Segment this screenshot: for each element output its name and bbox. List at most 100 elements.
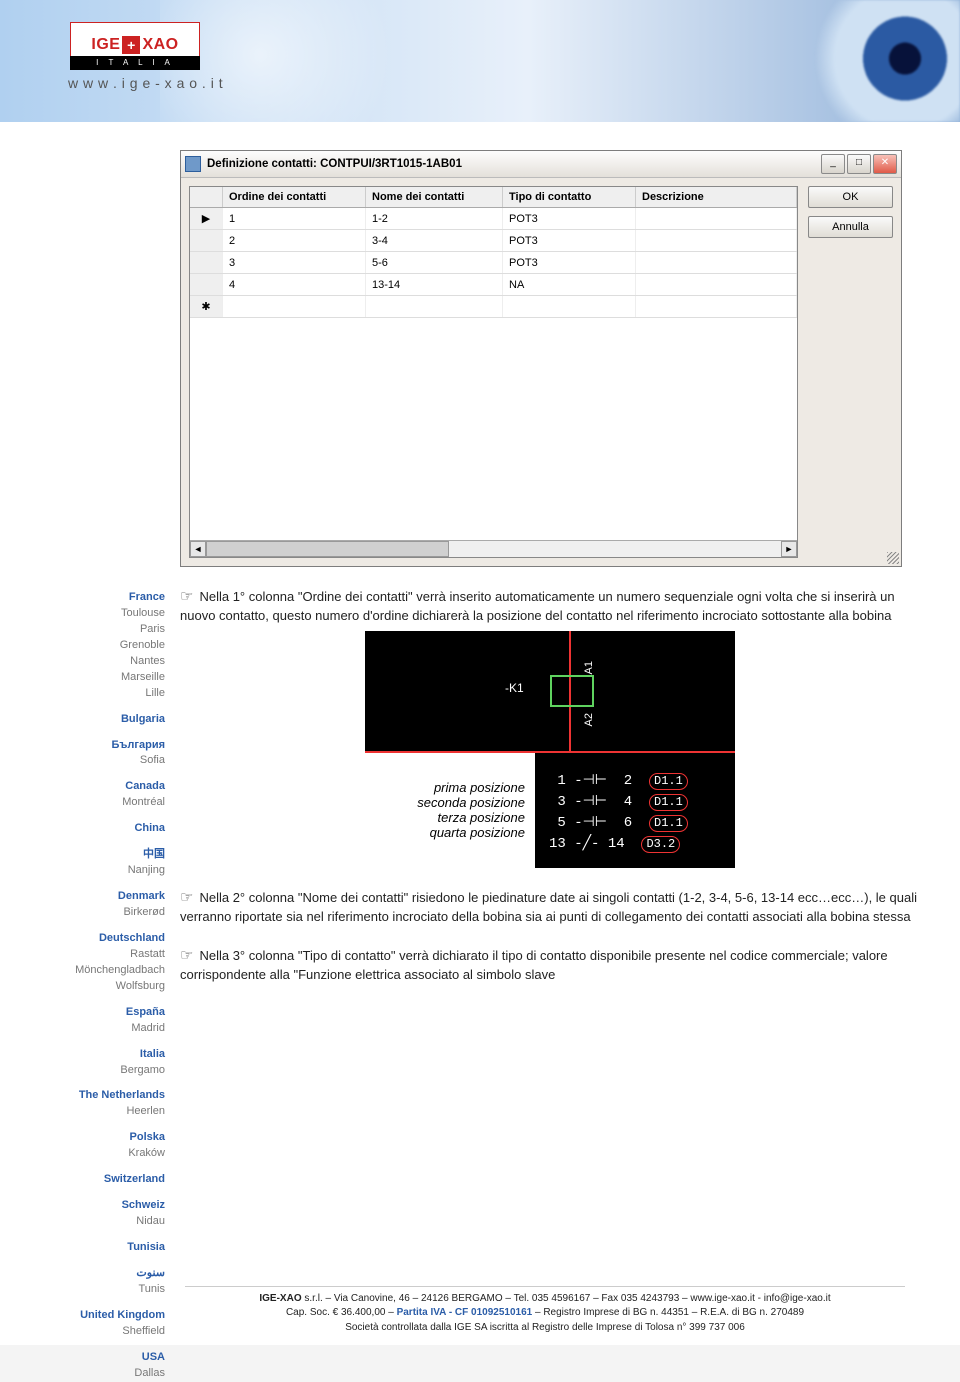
cell-name[interactable]: 3-4	[366, 230, 503, 251]
cell-name[interactable]: 13-14	[366, 274, 503, 295]
country-label: Denmark	[0, 889, 165, 905]
city-label: Wolfsburg	[0, 979, 165, 995]
row-selector[interactable]: ✱	[190, 296, 223, 317]
locations-sidebar: FranceToulouseParisGrenobleNantesMarseil…	[0, 580, 175, 1382]
country-native: България	[0, 738, 165, 754]
app-icon	[185, 156, 201, 172]
city-label: Paris	[0, 622, 165, 638]
paragraph-1: ☞Nella 1° colonna "Ordine dei contatti" …	[180, 587, 920, 625]
country-label: Polska	[0, 1130, 165, 1146]
cell-name[interactable]: 5-6	[366, 252, 503, 273]
table-row[interactable]: 413-14NA	[190, 274, 797, 296]
pos-4: quarta posizione	[430, 825, 525, 840]
table-row[interactable]: ✱	[190, 296, 797, 318]
resize-grip-icon[interactable]	[887, 552, 899, 564]
cell-order[interactable]: 2	[223, 230, 366, 251]
cell-type[interactable]: POT3	[503, 230, 636, 251]
logo-text1: IGE	[91, 36, 120, 54]
horizontal-scrollbar[interactable]: ◄ ►	[190, 540, 797, 557]
table-row[interactable]: 35-6POT3	[190, 252, 797, 274]
cell-order[interactable]: 4	[223, 274, 366, 295]
cancel-button[interactable]: Annulla	[808, 216, 893, 238]
row-selector[interactable]	[190, 274, 223, 295]
country-label: Italia	[0, 1047, 165, 1063]
dialog-window: Definizione contatti: CONTPUI/3RT1015-1A…	[180, 150, 902, 567]
city-label: Kraków	[0, 1146, 165, 1162]
page-footer: IGE-XAO s.r.l. – Via Canovine, 46 – 2412…	[185, 1286, 905, 1336]
col-header-name[interactable]: Nome dei contatti	[366, 187, 503, 207]
city-label: Lille	[0, 686, 165, 702]
cell-desc[interactable]	[636, 296, 797, 317]
table-row[interactable]: ▶11-2POT3	[190, 208, 797, 230]
cell-desc[interactable]	[636, 274, 797, 295]
row-selector[interactable]: ▶	[190, 208, 223, 229]
city-label: Montréal	[0, 795, 165, 811]
close-button[interactable]: ✕	[873, 154, 897, 174]
cell-order[interactable]: 3	[223, 252, 366, 273]
row-selector[interactable]	[190, 230, 223, 251]
cross-reference: 1 -⊣⊢ 2 D1.1 3 -⊣⊢ 4 D1.1 5 -⊣⊢ 6 D1.1 1…	[535, 753, 735, 868]
cell-type[interactable]: POT3	[503, 208, 636, 229]
cell-order[interactable]	[223, 296, 366, 317]
country-label: Bulgaria	[0, 712, 165, 728]
col-header-order[interactable]: Ordine dei contatti	[223, 187, 366, 207]
logo-url: w w w . i g e - x a o . i t	[68, 75, 223, 91]
cell-desc[interactable]	[636, 208, 797, 229]
city-label: Nidau	[0, 1214, 165, 1230]
city-label: Birkerød	[0, 905, 165, 921]
maximize-button[interactable]: □	[847, 154, 871, 174]
country-label: The Netherlands	[0, 1088, 165, 1104]
city-label: Madrid	[0, 1021, 165, 1037]
paragraph-3: ☞Nella 3° colonna "Tipo di contatto" ver…	[180, 946, 920, 984]
city-label: Dallas	[0, 1366, 165, 1382]
city-label: Heerlen	[0, 1104, 165, 1120]
col-header-desc[interactable]: Descrizione	[636, 187, 797, 207]
eye-graphic	[710, 0, 960, 122]
cell-type[interactable]: NA	[503, 274, 636, 295]
country-native: 中国	[0, 847, 165, 863]
pos-2: seconda posizione	[417, 795, 525, 810]
country-label: China	[0, 821, 165, 837]
country-label: France	[0, 590, 165, 606]
cell-desc[interactable]	[636, 230, 797, 251]
paragraph-2: ☞Nella 2° colonna "Nome dei contatti" ri…	[180, 888, 920, 926]
city-label: Nantes	[0, 654, 165, 670]
scroll-right-icon[interactable]: ►	[781, 541, 797, 557]
titlebar[interactable]: Definizione contatti: CONTPUI/3RT1015-1A…	[181, 151, 901, 178]
coil-symbol	[550, 675, 594, 707]
col-header-type[interactable]: Tipo di contatto	[503, 187, 636, 207]
contacts-grid[interactable]: Ordine dei contatti Nome dei contatti Ti…	[189, 186, 798, 558]
cell-desc[interactable]	[636, 252, 797, 273]
country-native: Schweiz	[0, 1198, 165, 1214]
scroll-thumb[interactable]	[206, 541, 449, 557]
logo-text2: XAO	[142, 36, 178, 54]
pointer-icon: ☞	[180, 588, 193, 605]
pointer-icon: ☞	[180, 889, 193, 906]
table-row[interactable]: 23-4POT3	[190, 230, 797, 252]
cell-name[interactable]	[366, 296, 503, 317]
ok-button[interactable]: OK	[808, 186, 893, 208]
city-label: Rastatt	[0, 947, 165, 963]
country-label: Switzerland	[0, 1172, 165, 1188]
window-title: Definizione contatti: CONTPUI/3RT1015-1A…	[207, 158, 821, 170]
pointer-icon: ☞	[180, 947, 193, 964]
scroll-left-icon[interactable]: ◄	[190, 541, 206, 557]
pos-1: prima posizione	[434, 780, 525, 795]
country-label: España	[0, 1005, 165, 1021]
country-label: Canada	[0, 779, 165, 795]
city-label: Sofia	[0, 753, 165, 769]
label-a1: A1	[583, 661, 595, 674]
minimize-button[interactable]: _	[821, 154, 845, 174]
cell-type[interactable]	[503, 296, 636, 317]
cell-type[interactable]: POT3	[503, 252, 636, 273]
country-label: United Kingdom	[0, 1308, 165, 1324]
city-label: Bergamo	[0, 1063, 165, 1079]
label-k1: -K1	[505, 681, 524, 695]
page-header: IGE + XAO I T A L I A w w w . i g e - x …	[0, 0, 960, 122]
cell-order[interactable]: 1	[223, 208, 366, 229]
city-label: Marseille	[0, 670, 165, 686]
cell-name[interactable]: 1-2	[366, 208, 503, 229]
row-selector[interactable]	[190, 252, 223, 273]
city-label: Grenoble	[0, 638, 165, 654]
label-a2: A2	[583, 713, 595, 726]
